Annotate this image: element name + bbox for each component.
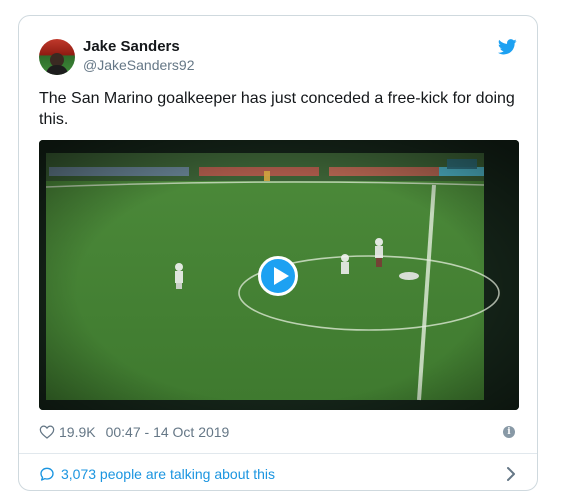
heart-icon[interactable] [39, 425, 55, 439]
conversation-count: 3,073 people are talking about this [61, 466, 276, 482]
twitter-bird-icon[interactable] [498, 39, 517, 55]
like-count[interactable]: 19.9K [59, 424, 96, 440]
author-handle[interactable]: @JakeSanders92 [83, 57, 195, 73]
tweet-text: The San Marino goalkeeper has just conce… [39, 90, 515, 128]
info-icon[interactable]: i [503, 426, 515, 438]
avatar-body [46, 65, 68, 75]
author-name[interactable]: Jake Sanders [83, 38, 180, 55]
chevron-right-icon [507, 467, 515, 481]
embedded-tweet-card: Jake Sanders @JakeSanders92 The San Mari… [18, 15, 538, 491]
tweet-timestamp[interactable]: 00:47 - 14 Oct 2019 [106, 424, 230, 440]
play-icon[interactable] [258, 256, 298, 296]
divider [19, 453, 537, 454]
speech-bubble-icon [40, 467, 54, 481]
video-thumbnail[interactable] [39, 140, 519, 410]
tweet-meta: 19.9K 00:47 - 14 Oct 2019 [39, 424, 229, 440]
avatar[interactable] [39, 39, 75, 75]
conversation-link[interactable]: 3,073 people are talking about this [39, 462, 517, 486]
